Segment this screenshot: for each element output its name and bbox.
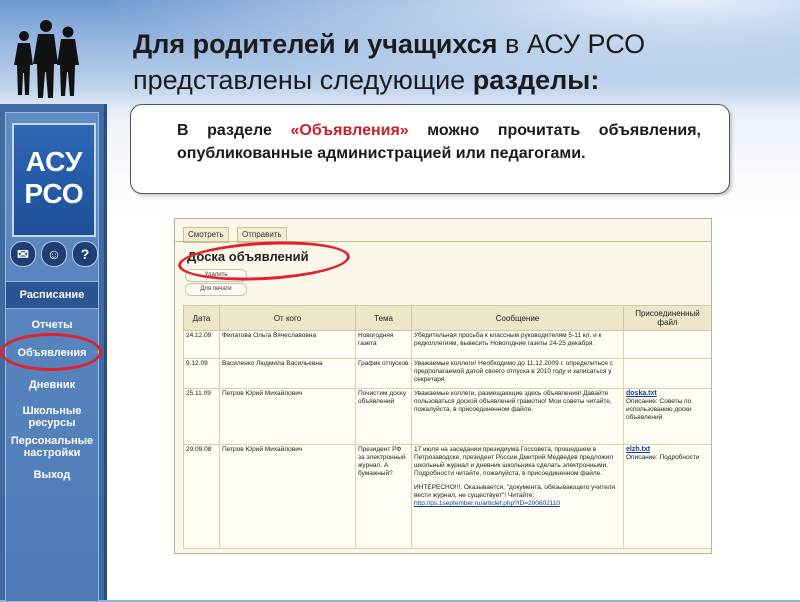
logo-line-2: РСО <box>24 178 84 209</box>
attachment-link[interactable]: elzh.txt <box>626 446 709 454</box>
cell-file: elzh.txt Описание: Подробности <box>623 444 711 549</box>
cell-topic: Президент РФ за электронный журнал. А бу… <box>355 444 412 549</box>
cell-file: doska.txt Описание: Советы по использова… <box>623 388 711 445</box>
cell-from: Петров Юрий Михайлович <box>219 444 356 549</box>
cell-date: 25.11.09 <box>183 388 220 445</box>
cell-message: Убедительная просьба к классным руководи… <box>411 330 624 359</box>
cell-date: 9.12.09 <box>183 358 220 389</box>
cell-date: 29.09.08 <box>183 444 220 549</box>
table-row: 29.09.08 Петров Юрий Михайлович Президен… <box>183 444 711 549</box>
message-text-2: ИНТЕРЕСНО!!!. Оказывается, "документа, о… <box>414 484 616 499</box>
info-callout: В разделе «Объявления» можно прочитать о… <box>130 104 730 194</box>
col-topic[interactable]: Тема <box>355 305 412 331</box>
attachment-description: Описание: Советы по использованию доски … <box>626 398 692 421</box>
sidebar-item-personal-settings[interactable]: Персональные настройки <box>7 435 97 459</box>
cell-message: Уважаемые коллеги, размещающие здесь объ… <box>411 388 624 445</box>
cell-topic: График отпусков <box>355 358 412 389</box>
title-bold-2: разделы: <box>472 65 600 95</box>
cell-from: Петров Юрий Михайлович <box>219 388 356 445</box>
message-url-link[interactable]: http://ps.1september.ru/articlef.php?ID=… <box>414 500 621 508</box>
sidebar-icon-row: ✉ ☺ ? <box>8 241 98 267</box>
cell-file <box>623 330 711 359</box>
info-text: В разделе «Объявления» можно прочитать о… <box>177 119 701 165</box>
sidebar-item-school-resources[interactable]: Школьные ресурсы <box>10 405 94 429</box>
print-button[interactable]: Для печати <box>185 283 247 296</box>
col-from[interactable]: От кого <box>219 305 356 331</box>
col-message[interactable]: Сообщение <box>411 305 624 331</box>
sidebar-item-diary[interactable]: Дневник <box>6 379 98 391</box>
sidebar-item-reports[interactable]: Отчеты <box>6 319 98 331</box>
logo-line-1: АСУ <box>25 146 83 177</box>
cell-from: Филатова Ольга Вячеславовна <box>219 330 356 359</box>
announcements-highlight-oval <box>0 333 102 371</box>
attachment-link[interactable]: doska.txt <box>626 390 709 398</box>
table-row: 25.11.09 Петров Юрий Михайлович Почистим… <box>183 388 711 445</box>
title-rest-2: представлены следующие <box>133 65 473 95</box>
help-icon[interactable]: ? <box>72 241 98 267</box>
info-text-before: В разделе <box>177 122 291 139</box>
sidebar-item-schedule[interactable]: Расписание <box>6 281 98 309</box>
table-row: 9.12.09 Василенко Людмила Васильевна Гра… <box>183 358 711 389</box>
message-text: 17 июля на заседании президиума Госсовет… <box>414 446 614 477</box>
cell-file <box>623 358 711 389</box>
title-bold-1: Для родителей и учащихся <box>133 29 498 59</box>
col-date[interactable]: Дата <box>183 305 220 331</box>
asu-rso-logo: АСУ РСО <box>12 123 96 237</box>
users-icon[interactable]: ☺ <box>41 241 67 267</box>
cell-message: Уважаемые коллеги! Необходимо до 11.12.2… <box>411 358 624 389</box>
table-header-row: Дата От кого Тема Сообщение Присоединенн… <box>183 305 711 331</box>
col-attached-file[interactable]: Присоединенный файл <box>623 305 711 331</box>
info-highlight: «Объявления» <box>290 122 409 139</box>
attachment-description: Описание: Подробности <box>626 454 700 461</box>
cell-topic: Новогодняя газета <box>355 330 412 359</box>
cell-from: Василенко Людмила Васильевна <box>219 358 356 389</box>
cell-topic: Почистим доску объявлений <box>355 388 412 445</box>
sidebar-item-logout[interactable]: Выход <box>6 469 98 481</box>
title-rest-1: в АСУ РСО <box>497 29 646 59</box>
table-row: 24.12.09 Филатова Ольга Вячеславовна Нов… <box>183 330 711 359</box>
cell-date: 24.12.09 <box>183 330 220 359</box>
family-silhouette-icon <box>14 20 79 98</box>
announcements-table: Дата От кого Тема Сообщение Присоединенн… <box>183 305 711 549</box>
cell-message: 17 июля на заседании президиума Госсовет… <box>411 444 624 549</box>
mail-icon[interactable]: ✉ <box>10 241 36 267</box>
page-title: Для родителей и учащихся в АСУ РСО предс… <box>133 26 773 98</box>
